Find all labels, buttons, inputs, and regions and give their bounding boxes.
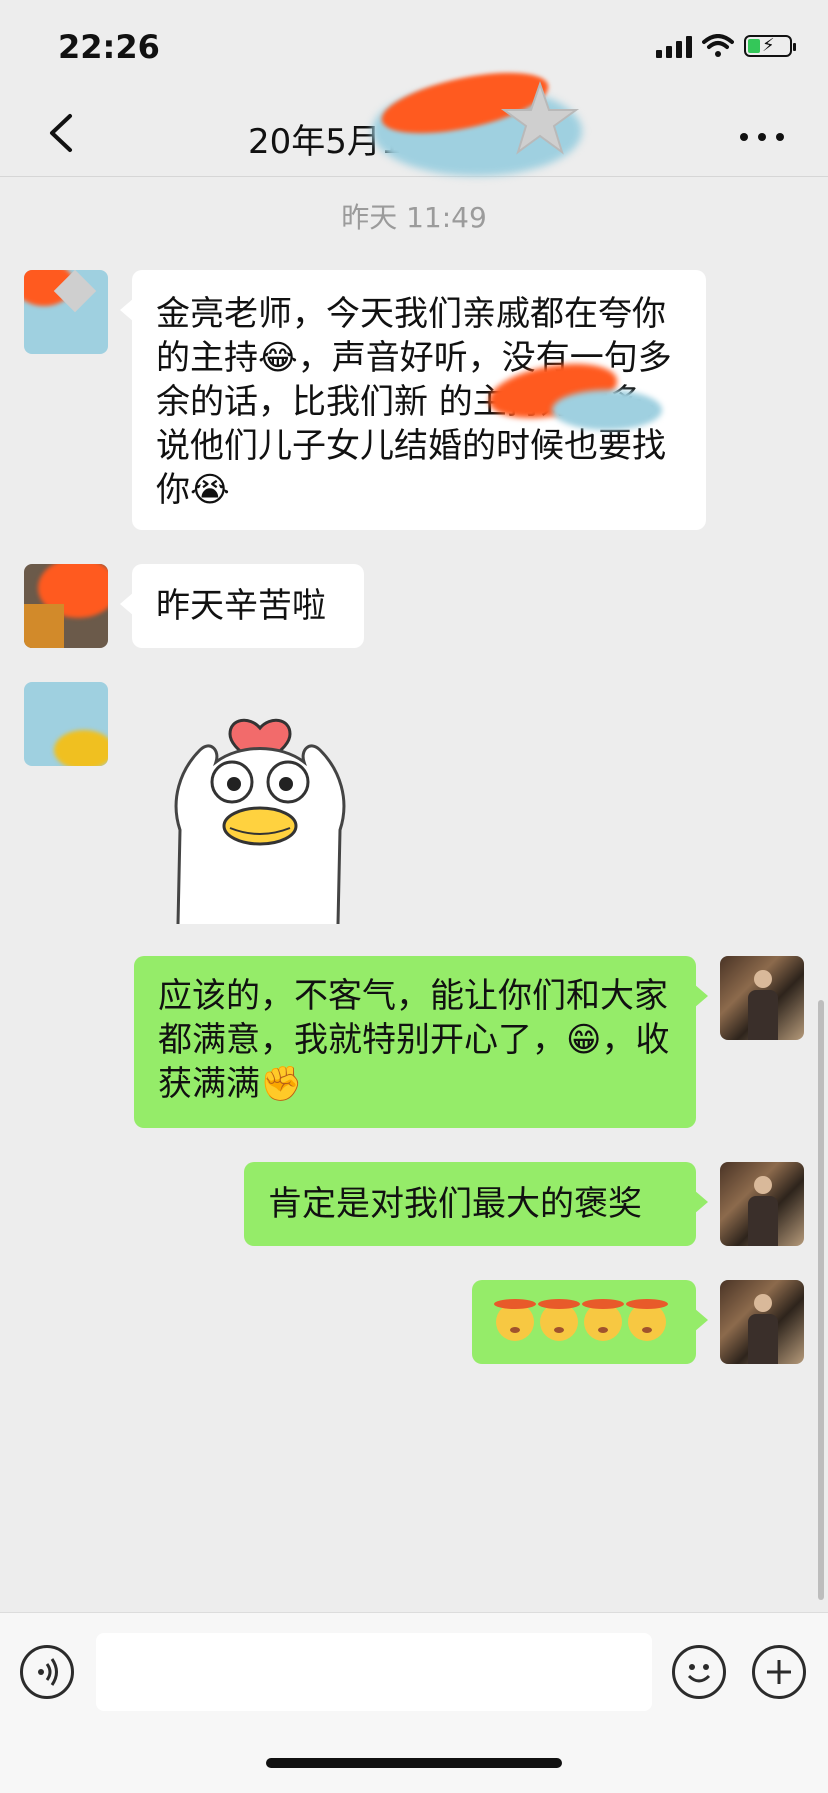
message-bubble-incoming[interactable]: 金亮老师，今天我们亲戚都在夸你的主持😂，声音好听，没有一句多余的话，比我们新 的… <box>120 270 706 530</box>
message-text: 应该的，不客气，能让你们和大家都满意，我就特别开心了，😁，收获满满✊ <box>158 976 670 1104</box>
my-avatar[interactable] <box>720 1162 804 1246</box>
contact-avatar[interactable] <box>24 564 108 648</box>
shushing-face-emoji <box>582 1299 624 1341</box>
contact-avatar[interactable] <box>24 270 108 354</box>
status-icons: ⚡ <box>656 34 796 58</box>
status-time: 22:26 <box>58 28 160 66</box>
home-indicator[interactable] <box>266 1758 562 1768</box>
message-bubble-outgoing[interactable] <box>472 1280 708 1364</box>
shushing-face-emoji <box>494 1299 536 1341</box>
duck-heart-sticker[interactable] <box>160 680 360 924</box>
emoji-icon[interactable] <box>672 1645 726 1699</box>
wifi-icon <box>702 34 734 57</box>
message-text: 昨天辛苦啦 <box>156 586 326 626</box>
chat-header: 20年5月1 <box>0 60 828 177</box>
status-bar: 22:26 ⚡ <box>0 0 828 96</box>
more-dots-icon[interactable] <box>732 112 792 162</box>
shushing-face-emoji <box>626 1299 668 1341</box>
battery-icon: ⚡ <box>744 35 796 57</box>
message-input[interactable] <box>96 1633 652 1711</box>
chat-scrollbar[interactable] <box>818 1000 824 1600</box>
plus-icon[interactable] <box>752 1645 806 1699</box>
message-text: 肯定是对我们最大的褒奖 <box>268 1184 642 1224</box>
my-avatar[interactable] <box>720 956 804 1040</box>
chat-timestamp: 昨天 11:49 <box>341 201 487 234</box>
shushing-face-emoji <box>538 1299 580 1341</box>
voice-icon[interactable] <box>20 1645 74 1699</box>
star-sticker-icon <box>500 80 580 155</box>
contact-avatar[interactable] <box>24 682 108 766</box>
emoji-message <box>494 1299 672 1342</box>
message-bubble-incoming[interactable]: 昨天辛苦啦 <box>120 564 364 648</box>
my-avatar[interactable] <box>720 1280 804 1364</box>
cellular-signal-icon <box>656 34 692 58</box>
chevron-left-icon[interactable] <box>38 108 88 158</box>
message-bubble-outgoing[interactable]: 应该的，不客气，能让你们和大家都满意，我就特别开心了，😁，收获满满✊ <box>134 956 708 1128</box>
message-bubble-outgoing[interactable]: 肯定是对我们最大的褒奖 <box>244 1162 708 1246</box>
redaction-scribble <box>552 390 662 430</box>
